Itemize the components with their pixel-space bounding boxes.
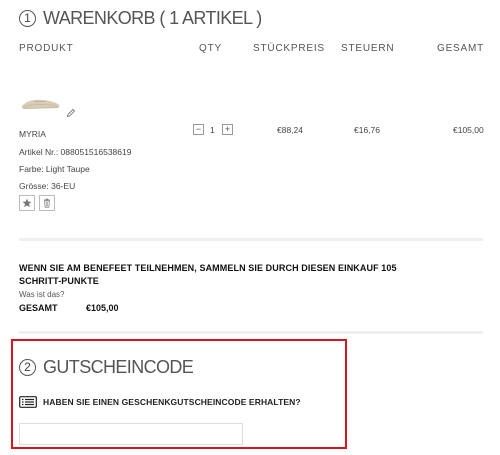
column-header-unit-price: STÜCKPREIS xyxy=(253,43,325,54)
item-total: €105,00 xyxy=(453,125,484,135)
product-name[interactable]: MYRIA xyxy=(19,129,46,139)
loyalty-message: WENN SIE AM BENEFEET TEILNEHMEN, SAMMELN… xyxy=(19,263,397,286)
column-header-qty: QTY xyxy=(199,43,222,54)
coupon-title: GUTSCHEINCODE xyxy=(43,357,194,377)
gift-code-question: HABEN SIE EINEN GESCHENKGUTSCHEINCODE ER… xyxy=(43,397,301,407)
cart-step-number: 1 xyxy=(19,10,36,27)
order-total-value: €105,00 xyxy=(86,303,119,313)
gift-card-list-icon xyxy=(19,396,37,408)
trash-icon xyxy=(44,198,50,208)
column-header-tax: STEUERN xyxy=(341,43,395,54)
item-tax: €16,76 xyxy=(354,125,380,135)
column-header-product: PRODUKT xyxy=(19,43,74,54)
cart-divider xyxy=(19,238,483,241)
remove-item-button[interactable] xyxy=(39,195,55,211)
column-header-total: GESAMT xyxy=(437,43,485,54)
cart-header: 1 WARENKORB ( 1 ARTIKEL ) xyxy=(19,8,262,29)
cart-title: WARENKORB ( 1 ARTIKEL ) xyxy=(43,8,262,28)
qty-increase-button[interactable]: + xyxy=(222,124,233,135)
order-total-label: GESAMT xyxy=(19,303,58,313)
qty-value: 1 xyxy=(210,125,215,135)
coupon-header: 2 GUTSCHEINCODE xyxy=(19,357,194,378)
product-image[interactable] xyxy=(20,93,62,113)
item-unit-price: €88,24 xyxy=(277,125,303,135)
product-size: Grösse: 36-EU xyxy=(19,181,76,191)
product-color: Farbe: Light Taupe xyxy=(19,164,90,174)
totals-divider xyxy=(19,331,483,334)
coupon-code-input[interactable] xyxy=(19,423,243,445)
qty-decrease-button[interactable]: − xyxy=(193,124,204,135)
edit-icon[interactable] xyxy=(66,108,76,118)
gift-code-toggle[interactable]: HABEN SIE EINEN GESCHENKGUTSCHEINCODE ER… xyxy=(19,396,301,408)
product-sku: Artikel Nr.: 088051516538619 xyxy=(19,147,132,157)
loyalty-info-link[interactable]: Was ist das? xyxy=(19,290,65,299)
wishlist-button[interactable] xyxy=(19,195,35,211)
star-icon xyxy=(22,198,32,208)
coupon-step-number: 2 xyxy=(19,359,36,376)
